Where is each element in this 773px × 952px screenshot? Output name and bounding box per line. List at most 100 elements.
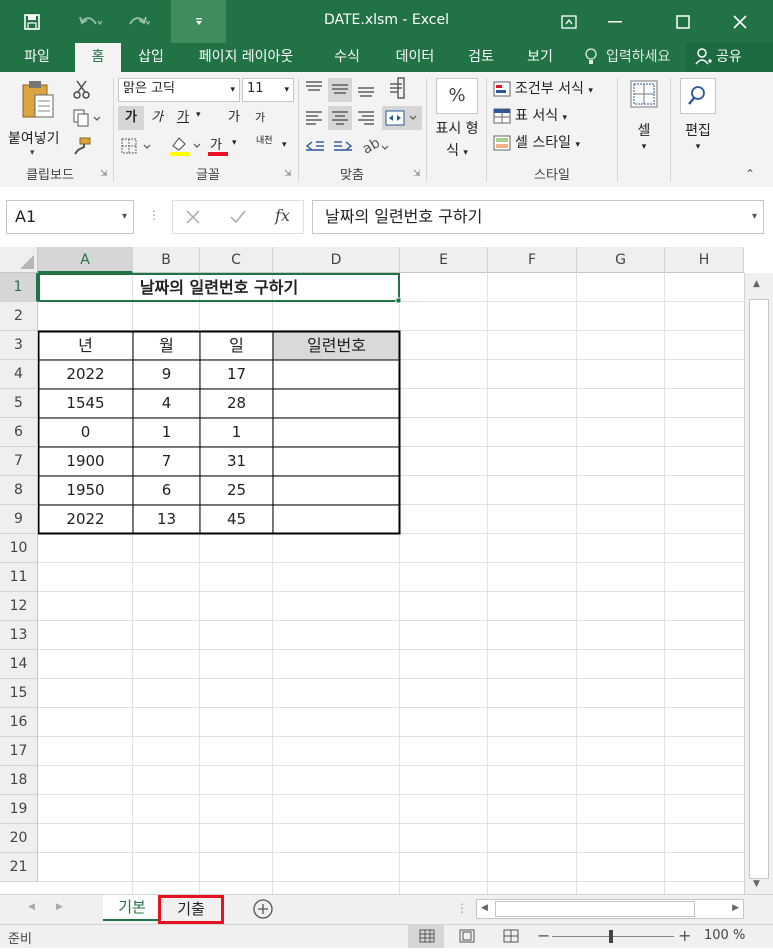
cells-button[interactable]: 셀 ▾ [624,78,664,168]
data-cell-d9[interactable] [273,505,400,534]
sheet-title-cell[interactable]: 날짜의 일련번호 구하기 [38,273,400,302]
scroll-left-icon[interactable]: ◀ [481,903,488,913]
header-cell-c[interactable]: 일 [200,331,273,360]
tab-formulas[interactable]: 수식 [322,43,372,72]
number-format-button[interactable]: 표시 형식 ▾ [430,118,484,164]
tab-insert[interactable]: 삽입 [128,43,174,72]
data-cell-b6[interactable]: 1 [133,418,200,447]
dialog-launcher-icon[interactable]: ⇲ [413,169,421,179]
percent-button[interactable]: % [436,78,478,114]
share-button[interactable]: 공유 [686,43,773,72]
column-header-g[interactable]: G [577,247,665,273]
column-header-d[interactable]: D [273,247,400,273]
shrink-font-button[interactable]: 가 [248,106,272,130]
column-header-f[interactable]: F [488,247,577,273]
normal-view-icon[interactable] [408,925,444,948]
chevron-down-icon[interactable]: ▾ [282,140,287,150]
row-header-2[interactable]: 2 [0,302,38,331]
column-header-c[interactable]: C [200,247,273,273]
row-header-16[interactable]: 16 [0,708,38,737]
page-break-view-icon[interactable] [498,925,524,948]
underline-button[interactable]: 가 [172,106,194,130]
data-cell-d8[interactable] [273,476,400,505]
column-header-e[interactable]: E [400,247,488,273]
prev-sheet-icon[interactable]: ◀ [28,902,35,912]
column-header-b[interactable]: B [133,247,200,273]
zoom-out-icon[interactable]: − [537,926,550,945]
data-cell-a5[interactable]: 1545 [38,389,133,418]
column-header-h[interactable]: H [665,247,744,273]
ribbon-display-options-icon[interactable] [546,6,592,38]
dialog-launcher-icon[interactable]: ⇲ [284,169,292,179]
row-header-10[interactable]: 10 [0,534,38,563]
row-header-11[interactable]: 11 [0,563,38,592]
data-cell-c8[interactable]: 25 [200,476,273,505]
fill-color-icon[interactable] [168,134,204,162]
font-color-button[interactable]: 가 ▾ [206,134,242,158]
data-cell-a7[interactable]: 1900 [38,447,133,476]
data-cell-d5[interactable] [273,389,400,418]
splitter-icon[interactable]: ⋮ [456,901,468,915]
data-cell-b4[interactable]: 9 [133,360,200,389]
tab-home[interactable]: 홈 [75,43,121,72]
row-header-3[interactable]: 3 [0,331,38,360]
font-size-select[interactable]: 11 ▾ [242,78,294,102]
format-painter-icon[interactable] [72,136,92,160]
data-cell-d4[interactable] [273,360,400,389]
row-header-20[interactable]: 20 [0,824,38,853]
worksheet-grid[interactable]: ABCDEFGH 1 2 3 4 5 6 7 8 9 10 11 12 13 14 15 16 17 18 19 20… [0,247,773,894]
row-header-15[interactable]: 15 [0,679,38,708]
zoom-slider[interactable] [552,936,674,937]
formula-input[interactable]: 날짜의 일련번호 구하기 ▾ [312,200,764,234]
chevron-down-icon[interactable]: ▾ [196,110,201,120]
font-name-select[interactable]: 맑은 고딕 ▾ [118,78,240,102]
scroll-right-icon[interactable]: ▶ [732,903,739,913]
row-header-17[interactable]: 17 [0,737,38,766]
data-cell-b9[interactable]: 13 [133,505,200,534]
cut-icon[interactable] [72,80,92,104]
dialog-launcher-icon[interactable]: ⇲ [100,169,108,179]
name-box[interactable]: A1 ▾ [6,200,134,234]
row-header-21[interactable]: 21 [0,853,38,882]
tab-page-layout[interactable]: 페이지 레이아웃 [185,43,307,72]
cell-styles-button[interactable]: 셀 스타일 ▾ [493,132,603,154]
zoom-slider-thumb[interactable] [609,930,613,943]
zoom-level[interactable]: 100 % [704,928,745,943]
data-cell-c9[interactable]: 45 [200,505,273,534]
tell-me-box[interactable]: 입력하세요 [582,43,674,72]
row-header-5[interactable]: 5 [0,389,38,418]
minimize-icon[interactable] [592,6,638,38]
data-cell-c6[interactable]: 1 [200,418,273,447]
enter-icon[interactable] [229,209,247,229]
data-cell-d6[interactable] [273,418,400,447]
maximize-icon[interactable] [660,6,706,38]
scroll-up-icon[interactable]: ▲ [753,279,760,289]
data-cell-c5[interactable]: 28 [200,389,273,418]
bold-button[interactable]: 가 [118,106,144,130]
copy-icon[interactable] [72,108,102,132]
data-cell-b8[interactable]: 6 [133,476,200,505]
phonetic-button[interactable]: 내천 [256,136,278,146]
paste-button[interactable]: 붙여넣기 ▾ [6,78,68,160]
data-cell-d7[interactable] [273,447,400,476]
grow-font-button[interactable]: 가 [222,106,246,130]
scroll-down-icon[interactable]: ▼ [753,879,760,889]
row-header-1[interactable]: 1 [0,273,38,302]
tab-data[interactable]: 데이터 [385,43,445,72]
data-cell-a4[interactable]: 2022 [38,360,133,389]
header-cell-b[interactable]: 월 [133,331,200,360]
data-cell-c4[interactable]: 17 [200,360,273,389]
horizontal-scrollbar[interactable]: ◀ ▶ [476,899,744,919]
scroll-thumb[interactable] [749,299,769,879]
header-cell-a[interactable]: 년 [38,331,133,360]
row-header-8[interactable]: 8 [0,476,38,505]
tab-file[interactable]: 파일 [8,43,66,72]
vertical-scrollbar[interactable]: ▲ ▼ [744,273,773,894]
row-header-18[interactable]: 18 [0,766,38,795]
data-cell-b7[interactable]: 7 [133,447,200,476]
row-header-6[interactable]: 6 [0,418,38,447]
add-sheet-icon[interactable] [252,898,274,924]
column-header-a[interactable]: A [38,247,133,273]
sheet-tab-exam[interactable]: 기출 [158,895,224,924]
italic-button[interactable]: 가 [146,106,168,130]
